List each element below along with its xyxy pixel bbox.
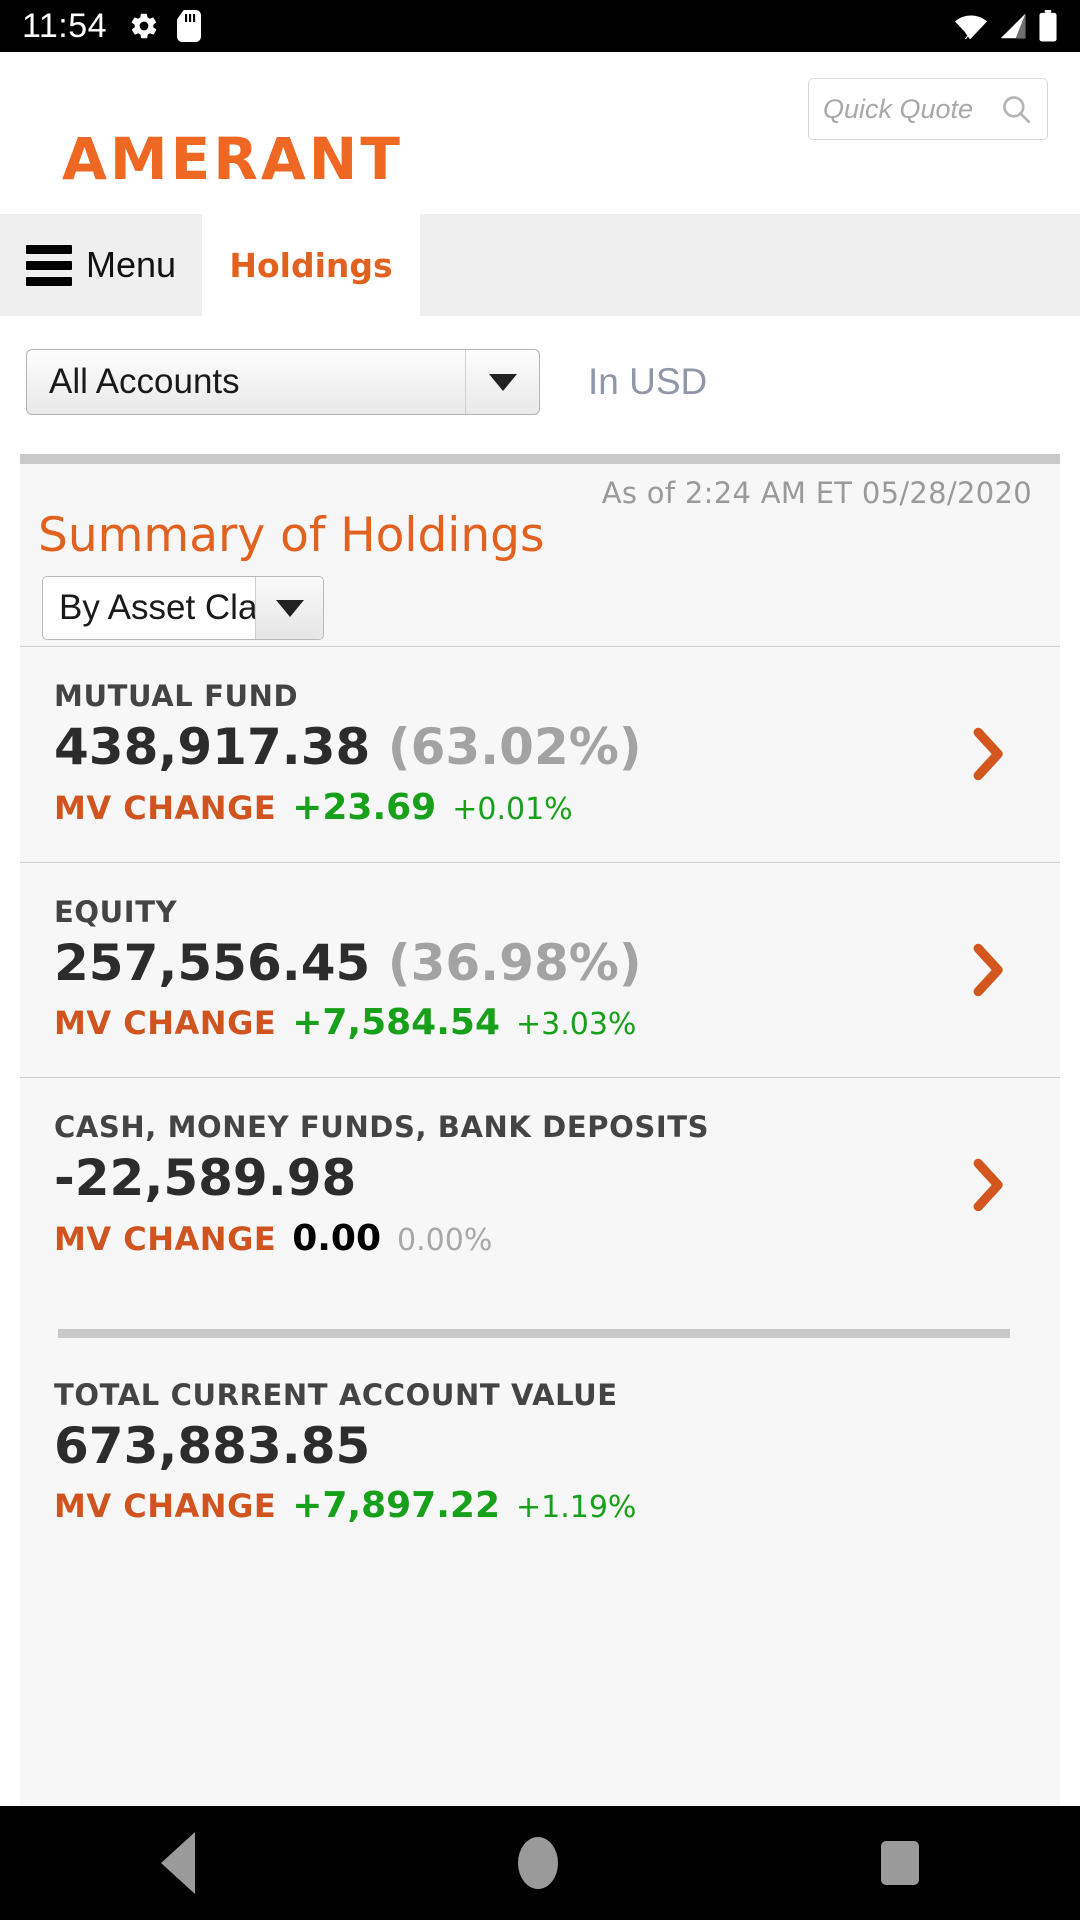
chevron-right-icon[interactable] (972, 1158, 1006, 1212)
mv-change-label: MV CHANGE (54, 788, 277, 827)
mv-change-label: MV CHANGE (54, 1004, 277, 1042)
total-mv-change-group: MV CHANGE +7,897.22 +1.19% (54, 1485, 1060, 1526)
total-value: 673,883.85 (54, 1416, 1060, 1476)
quick-quote-field[interactable]: Quick Quote (808, 78, 1048, 140)
asset-class-label: EQUITY (54, 894, 178, 929)
chevron-right-icon[interactable] (972, 727, 1006, 781)
percent-of-total: (36.98%) (387, 933, 642, 992)
mv-change-group: MV CHANGE +7,584.54 +3.03% (54, 1002, 1060, 1043)
currency-label: In USD (588, 361, 708, 402)
search-icon[interactable] (999, 92, 1033, 126)
battery-icon (1038, 10, 1058, 42)
status-bar-clock: 11:54 (22, 6, 108, 45)
account-selector-row: All Accounts In USD (0, 316, 1080, 448)
mv-change-percent: +3.03% (516, 1007, 637, 1042)
summary-card: As of 2:24 AM ET 05/28/2020 Summary of H… (20, 454, 1060, 1806)
account-select[interactable]: All Accounts (26, 349, 540, 415)
wifi-off-icon: x (954, 11, 988, 41)
asset-class-value: -22,589.98 (54, 1149, 1060, 1208)
menu-button[interactable]: Menu (0, 214, 202, 316)
mv-change-group: MV CHANGE 0.00 0.00% (54, 1218, 1060, 1259)
amerant-logo: AMERANT (62, 125, 403, 193)
tab-holdings-label: Holdings (229, 245, 393, 285)
chevron-down-icon[interactable] (465, 350, 539, 414)
asset-class-label: MUTUAL FUND (54, 679, 299, 713)
percent-of-total: (63.02%) (387, 718, 642, 776)
mv-change-label: MV CHANGE (54, 1219, 277, 1258)
status-bar-right-icons: x (954, 10, 1058, 42)
back-icon[interactable] (161, 1832, 196, 1894)
asset-class-value: 438,917.38 (63.02%) (54, 718, 1060, 777)
menu-button-label: Menu (85, 244, 177, 285)
holdings-list: MUTUAL FUND 438,917.38 (63.02%) MV CHANG… (20, 646, 1060, 1560)
page-title: Summary of Holdings (38, 508, 545, 563)
asset-class-label: CASH, MONEY FUNDS, BANK DEPOSITS (54, 1110, 710, 1144)
status-bar: 11:54 x (0, 0, 1080, 52)
status-bar-left-icons (129, 10, 202, 42)
app-header: AMERANT Quick Quote (0, 52, 1080, 212)
group-by-select[interactable]: By Asset Class (42, 576, 324, 640)
mv-change-amount: 0.00 (292, 1217, 382, 1259)
market-value: -22,589.98 (54, 1149, 357, 1207)
cell-signal-icon (998, 11, 1028, 41)
asset-class-value: 257,556.45 (36.98%) (54, 933, 1060, 993)
market-value: 438,917.38 (54, 718, 371, 776)
gear-icon (129, 11, 159, 41)
mv-change-label: MV CHANGE (54, 1487, 277, 1525)
app-screen: 11:54 x AMERANT Quick Quote Menu Holding… (0, 0, 1080, 1920)
chevron-right-icon[interactable] (972, 943, 1006, 997)
tab-holdings[interactable]: Holdings (202, 214, 420, 316)
tab-bar: Menu Holdings (0, 214, 1080, 316)
card-top-divider (20, 454, 1060, 464)
mv-change-amount: +7,897.22 (292, 1485, 500, 1526)
recents-icon[interactable] (880, 1841, 919, 1885)
total-market-value: 673,883.85 (54, 1416, 371, 1475)
hamburger-icon (25, 244, 72, 286)
mv-change-percent: 0.00% (397, 1222, 493, 1258)
chevron-down-icon[interactable] (255, 577, 323, 639)
total-label: TOTAL CURRENT ACCOUNT VALUE (54, 1377, 618, 1412)
mv-change-amount: +23.69 (292, 786, 437, 828)
total-divider (58, 1328, 1010, 1338)
table-row[interactable]: CASH, MONEY FUNDS, BANK DEPOSITS -22,589… (20, 1077, 1060, 1293)
sd-card-icon (177, 10, 202, 42)
mv-change-group: MV CHANGE +23.69 +0.01% (54, 787, 1060, 828)
table-row[interactable]: MUTUAL FUND 438,917.38 (63.02%) MV CHANG… (20, 646, 1060, 862)
home-icon[interactable] (517, 1837, 558, 1889)
as-of-timestamp: As of 2:24 AM ET 05/28/2020 (601, 476, 1032, 510)
market-value: 257,556.45 (54, 933, 371, 992)
mv-change-percent: +1.19% (516, 1490, 637, 1525)
mv-change-amount: +7,584.54 (292, 1002, 500, 1043)
account-select-value: All Accounts (49, 362, 240, 401)
table-row[interactable]: EQUITY 257,556.45 (36.98%) MV CHANGE +7,… (20, 861, 1060, 1078)
android-nav-bar (0, 1806, 1080, 1920)
quick-quote-placeholder: Quick Quote (823, 93, 974, 124)
svg-text:x: x (964, 28, 971, 41)
total-row: TOTAL CURRENT ACCOUNT VALUE 673,883.85 M… (20, 1338, 1060, 1561)
mv-change-percent: +0.01% (452, 791, 573, 827)
